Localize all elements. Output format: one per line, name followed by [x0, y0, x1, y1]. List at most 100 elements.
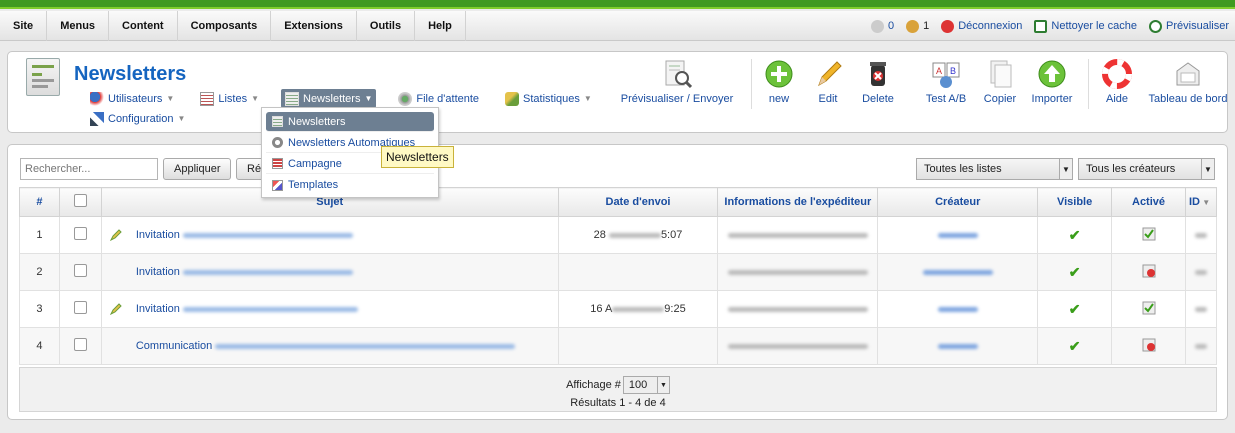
redacted-text — [727, 344, 868, 349]
svg-text:A: A — [936, 66, 942, 76]
help-button[interactable]: Aide — [1095, 59, 1139, 105]
visible-toggle[interactable]: ✔ — [1037, 216, 1113, 254]
menu-help[interactable]: Help — [415, 10, 466, 41]
clear-cache-link[interactable]: Nettoyer le cache — [1034, 19, 1137, 33]
col-visible[interactable]: Visible — [1037, 187, 1113, 217]
subject-cell[interactable]: Invitation — [100, 216, 559, 254]
dropdown-item-templates[interactable]: Templates — [266, 175, 434, 195]
row-select[interactable] — [58, 216, 102, 254]
redacted-text — [922, 270, 993, 275]
logout-link[interactable]: Déconnexion — [941, 19, 1022, 33]
subject-cell[interactable]: Invitation — [100, 253, 559, 291]
subnav-statistiques[interactable]: Statistiques ▼ — [501, 89, 596, 108]
col-send-date[interactable]: Date d'envoi — [557, 187, 719, 217]
redacted-text — [937, 344, 978, 349]
apply-button[interactable]: Appliquer — [163, 158, 232, 180]
display-limit-select[interactable]: 100 ▼ — [622, 376, 670, 394]
menu-composants[interactable]: Composants — [178, 10, 272, 41]
preview-send-button[interactable]: Prévisualiser / Envoyer — [614, 59, 740, 105]
subnav-file-attente[interactable]: File d'attente — [394, 89, 483, 108]
results-count: Résultats 1 - 4 de 4 — [570, 397, 666, 409]
select-value: Toutes les listes — [924, 163, 1002, 175]
users-status: 1 — [906, 19, 929, 33]
redacted-text — [612, 307, 665, 312]
configuration-icon — [90, 111, 104, 126]
toolbar-label: Delete — [862, 93, 894, 105]
time-part: 5:07 — [660, 229, 683, 241]
col-sender-info[interactable]: Informations de l'expéditeur — [717, 187, 879, 217]
row-checkbox[interactable] — [73, 301, 87, 314]
col-select-all[interactable] — [58, 187, 102, 217]
import-button[interactable]: Importer — [1028, 59, 1076, 105]
col-id-label: ID — [1188, 196, 1200, 208]
checkmark-icon: ✔ — [1068, 300, 1081, 317]
row-number: 3 — [19, 290, 60, 328]
row-select[interactable] — [58, 253, 102, 291]
preview-link[interactable]: Prévisualiser — [1149, 19, 1229, 33]
subject-cell[interactable]: Invitation — [100, 290, 559, 328]
menu-outils[interactable]: Outils — [357, 10, 416, 41]
redacted-text — [1194, 233, 1207, 238]
copy-button[interactable]: Copier — [978, 59, 1022, 105]
upload-icon — [1037, 59, 1067, 89]
toolbar-label: Edit — [818, 93, 838, 105]
logout-icon — [941, 19, 955, 33]
new-button[interactable]: new — [759, 59, 799, 105]
dropdown-item-newsletters[interactable]: Newsletters — [266, 112, 434, 132]
edit-button[interactable]: Edit — [808, 59, 848, 105]
subject-cell[interactable]: Communication — [100, 327, 559, 365]
col-number: # — [19, 187, 60, 217]
subject-link[interactable]: Invitation — [136, 229, 180, 241]
lists-filter-select[interactable]: Toutes les listes ▼ — [916, 158, 1073, 180]
subnav-configuration[interactable]: Configuration ▼ — [86, 109, 189, 128]
tooltip: Newsletters — [381, 146, 454, 168]
visitors-count: 0 — [887, 20, 895, 32]
visible-toggle[interactable]: ✔ — [1037, 327, 1113, 365]
visitors-icon — [870, 19, 884, 33]
chevron-down-icon: ▼ — [656, 377, 669, 393]
send-date: 28 5:07 — [557, 216, 719, 254]
subject-link[interactable]: Invitation — [136, 303, 180, 315]
toolbar-divider — [1088, 59, 1089, 109]
newsletters-table: # Sujet Date d'envoi Informations de l'e… — [19, 187, 1218, 365]
col-creator[interactable]: Créateur — [877, 187, 1039, 217]
row-select[interactable] — [58, 327, 102, 365]
subject-link[interactable]: Invitation — [136, 266, 180, 278]
redacted-text — [182, 269, 353, 275]
activated-toggle[interactable] — [1111, 290, 1186, 328]
dropdown-label: Campagne — [288, 157, 342, 170]
visible-toggle[interactable]: ✔ — [1037, 290, 1113, 328]
dashboard-button[interactable]: Tableau de bord — [1145, 59, 1231, 105]
row-checkbox[interactable] — [73, 338, 87, 351]
delete-button[interactable]: Delete — [855, 59, 901, 105]
select-all-checkbox[interactable] — [73, 194, 87, 207]
sender-info — [717, 216, 879, 254]
col-id[interactable]: ID ▼ — [1184, 187, 1218, 217]
activated-toggle[interactable] — [1111, 216, 1186, 254]
subnav-utilisateurs[interactable]: Utilisateurs ▼ — [86, 89, 178, 108]
toolbar-label: Tableau de bord — [1148, 93, 1228, 105]
menu-site[interactable]: Site — [0, 10, 48, 41]
magnifier-icon — [1149, 19, 1163, 33]
row-id — [1184, 216, 1218, 254]
admin-menubar: Site Menus Content Composants Extensions… — [0, 10, 1235, 41]
row-select[interactable] — [58, 290, 102, 328]
subnav-newsletters[interactable]: Newsletters ▼ — [281, 89, 377, 108]
select-value: Tous les créateurs — [1086, 163, 1176, 175]
menu-extensions[interactable]: Extensions — [271, 10, 357, 41]
subnav-listes[interactable]: Listes ▼ — [196, 89, 263, 108]
ab-test-button[interactable]: A B Test A/B — [922, 59, 970, 105]
col-activated[interactable]: Activé — [1111, 187, 1186, 217]
creators-filter-select[interactable]: Tous les créateurs ▼ — [1078, 158, 1215, 180]
dropdown-label: Templates — [288, 179, 339, 191]
subject-link[interactable]: Communication — [136, 340, 212, 352]
menu-menus[interactable]: Menus — [47, 10, 110, 41]
search-input[interactable] — [20, 158, 158, 180]
menu-content[interactable]: Content — [109, 10, 178, 41]
activated-toggle[interactable] — [1111, 253, 1186, 291]
visible-toggle[interactable]: ✔ — [1037, 253, 1113, 291]
activated-toggle[interactable] — [1111, 327, 1186, 365]
sub-navigation-row-2: Configuration ▼ — [86, 109, 207, 128]
row-checkbox[interactable] — [73, 227, 87, 240]
row-checkbox[interactable] — [73, 264, 87, 277]
